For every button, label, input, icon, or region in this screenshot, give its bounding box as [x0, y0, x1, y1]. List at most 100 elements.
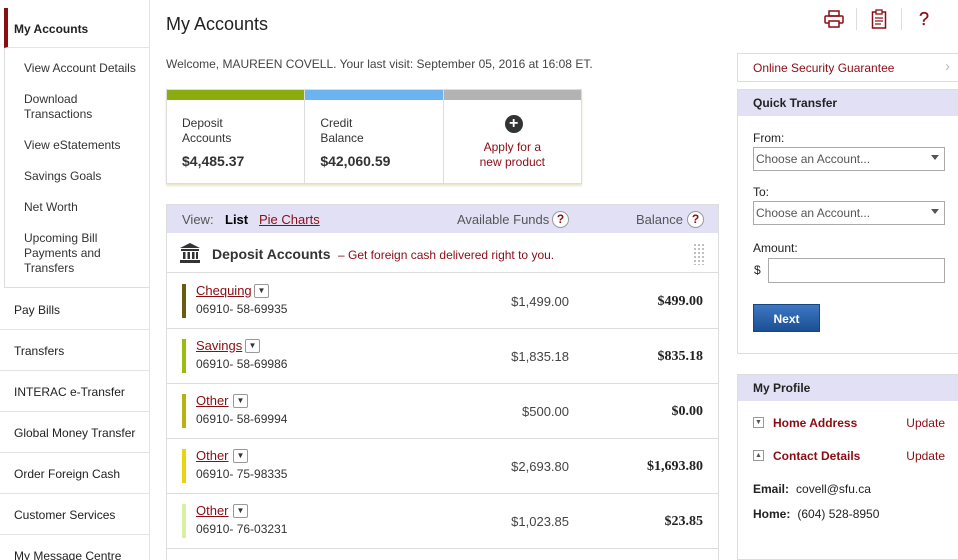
account-menu-chevron-icon[interactable]: ▼ [233, 449, 248, 463]
sidebar-item-transfers[interactable]: Transfers [0, 330, 149, 371]
account-menu-chevron-icon[interactable]: ▼ [233, 394, 248, 408]
quick-transfer-panel: Quick Transfer From: Choose an Account..… [737, 89, 958, 354]
update-contact-details-link[interactable]: Update [906, 449, 945, 463]
from-account-select[interactable]: Choose an Account... [753, 147, 945, 171]
account-menu-chevron-icon[interactable]: ▼ [254, 284, 269, 298]
account-number: 06910- 58-69935 [196, 302, 288, 316]
account-color-stripe [182, 449, 186, 483]
account-row[interactable]: Chequing ▼ 06910- 58-69935 $1,499.00 $49… [167, 274, 718, 329]
deposit-accounts-card[interactable]: Deposit Accounts $4,485.37 [167, 90, 306, 183]
help-icon[interactable]: ? [901, 8, 946, 30]
home-phone-row: Home: (604) 528-8950 [753, 507, 879, 521]
account-menu-chevron-icon[interactable]: ▼ [233, 504, 248, 518]
sidebar-item-my-message-centre[interactable]: My Message Centre [0, 535, 149, 560]
amount-label: Amount: [753, 241, 798, 255]
deposit-accounts-title: Deposit Accounts [212, 246, 331, 262]
welcome-message: Welcome, MAUREEN COVELL. Your last visit… [166, 57, 593, 71]
sub-label: Transfers [24, 261, 75, 275]
sub-label: Transactions [24, 107, 93, 121]
account-number: 06910- 76-03231 [196, 522, 288, 536]
home-phone-value: (604) 528-8950 [797, 507, 880, 521]
plus-icon[interactable]: + [504, 115, 523, 133]
sidebar-sub-download-transactions[interactable]: Download Transactions [24, 92, 149, 122]
account-row[interactable]: Other ▼ 06910- 58-69994 $500.00 $0.00 [167, 384, 718, 439]
next-button[interactable]: Next [753, 304, 820, 332]
account-color-stripe [182, 284, 186, 318]
credit-balance-card[interactable]: Credit Balance $42,060.59 [305, 90, 444, 183]
sidebar-sub-net-worth[interactable]: Net Worth [24, 200, 149, 215]
sidebar-sub-view-account-details[interactable]: View Account Details [24, 61, 149, 76]
available-funds-help-icon[interactable]: ? [552, 211, 569, 228]
account-name-link[interactable]: Savings [196, 338, 242, 353]
security-label: Online Security Guarantee [753, 61, 895, 75]
sidebar-item-interac-e-transfer[interactable]: INTERAC e-Transfer [0, 371, 149, 412]
card-amount: $4,485.37 [182, 153, 245, 169]
dropdown-arrow-icon [931, 155, 939, 160]
page-title: My Accounts [166, 14, 269, 34]
notepad-icon[interactable] [856, 8, 901, 30]
sidebar-item-global-money-transfer[interactable]: Global Money Transfer [0, 412, 149, 453]
card-color-bar [305, 90, 443, 100]
amount-input[interactable] [768, 258, 945, 283]
apply-new-product-card[interactable]: + Apply for a new product [443, 90, 581, 183]
chevron-right-icon: › [945, 58, 950, 75]
update-home-address-link[interactable]: Update [906, 416, 945, 430]
contact-details-link[interactable]: Contact Details [773, 449, 860, 463]
left-nav: My Accounts View Account Details Downloa… [0, 0, 150, 560]
account-available: $1,835.18 [511, 349, 569, 364]
account-row[interactable]: Other ▼ 06910- 75-98335 $2,693.80 $1,693… [167, 439, 718, 494]
currency-symbol: $ [754, 263, 761, 277]
printer-icon[interactable] [811, 8, 856, 30]
my-profile-panel: My Profile ▼ Home Address Update ▲ Conta… [737, 374, 958, 560]
contact-details-row[interactable]: ▲ Contact Details Update [753, 448, 945, 468]
account-row[interactable]: Savings ▼ 06910- 58-69986 $1,835.18 $835… [167, 329, 718, 384]
account-available: $2,693.80 [511, 459, 569, 474]
sidebar-item-label: Transfers [14, 344, 65, 358]
balance-help-icon[interactable]: ? [687, 211, 704, 228]
account-available: $1,499.00 [511, 294, 569, 309]
from-label: From: [753, 131, 785, 145]
sub-label: View eStatements [24, 138, 121, 152]
account-name-link[interactable]: Chequing [196, 283, 252, 298]
card-amount: $42,060.59 [320, 153, 391, 169]
expand-chevron-down-icon[interactable]: ▼ [753, 417, 764, 428]
account-color-stripe [182, 339, 186, 373]
my-accounts-submenu: View Account Details Download Transaction… [4, 48, 149, 288]
balance-header: Balance [636, 212, 683, 227]
account-name-link[interactable]: Other [196, 503, 229, 518]
email-value: covell@sfu.ca [796, 482, 871, 496]
sidebar-item-label: Order Foreign Cash [14, 467, 121, 481]
bank-icon [180, 243, 200, 263]
sidebar-item-label: INTERAC e-Transfer [14, 385, 125, 399]
apply-new-product-link[interactable]: Apply for a new product [444, 140, 581, 170]
sidebar-sub-savings-goals[interactable]: Savings Goals [24, 169, 149, 184]
account-color-stripe [182, 394, 186, 428]
home-address-row[interactable]: ▼ Home Address Update [753, 415, 945, 435]
sidebar-item-pay-bills[interactable]: Pay Bills [0, 289, 149, 330]
account-name-link[interactable]: Other [196, 393, 229, 408]
home-phone-label: Home: [753, 507, 791, 521]
account-number: 06910- 58-69986 [196, 357, 288, 371]
sidebar-item-my-accounts[interactable]: My Accounts [4, 8, 149, 48]
account-name-link[interactable]: Other [196, 448, 229, 463]
account-number: 06910- 58-69994 [196, 412, 288, 426]
view-pie-charts-link[interactable]: Pie Charts [259, 212, 320, 227]
sidebar-item-label: Global Money Transfer [14, 426, 136, 440]
collapse-chevron-up-icon[interactable]: ▲ [753, 450, 764, 461]
account-row[interactable]: Other ▼ 06910- 76-03231 $1,023.85 $23.85 [167, 494, 718, 549]
select-value: Choose an Account... [756, 206, 871, 220]
sidebar-item-order-foreign-cash[interactable]: Order Foreign Cash [0, 453, 149, 494]
sidebar-sub-view-estatements[interactable]: View eStatements [24, 138, 149, 153]
my-profile-title: My Profile [738, 375, 958, 401]
sidebar-item-label: My Message Centre [14, 549, 122, 560]
sidebar-item-customer-services[interactable]: Customer Services [0, 494, 149, 535]
online-security-guarantee-link[interactable]: Online Security Guarantee › [737, 53, 958, 82]
drag-handle-icon[interactable] [693, 243, 705, 265]
home-address-link[interactable]: Home Address [773, 416, 857, 430]
sub-label: View Account Details [24, 61, 136, 75]
foreign-cash-promo-link[interactable]: – Get foreign cash delivered right to yo… [338, 248, 554, 262]
view-list-option[interactable]: List [225, 212, 248, 227]
sidebar-sub-upcoming-bill-payments[interactable]: Upcoming Bill Payments and Transfers [24, 231, 149, 276]
to-account-select[interactable]: Choose an Account... [753, 201, 945, 225]
account-menu-chevron-icon[interactable]: ▼ [245, 339, 260, 353]
